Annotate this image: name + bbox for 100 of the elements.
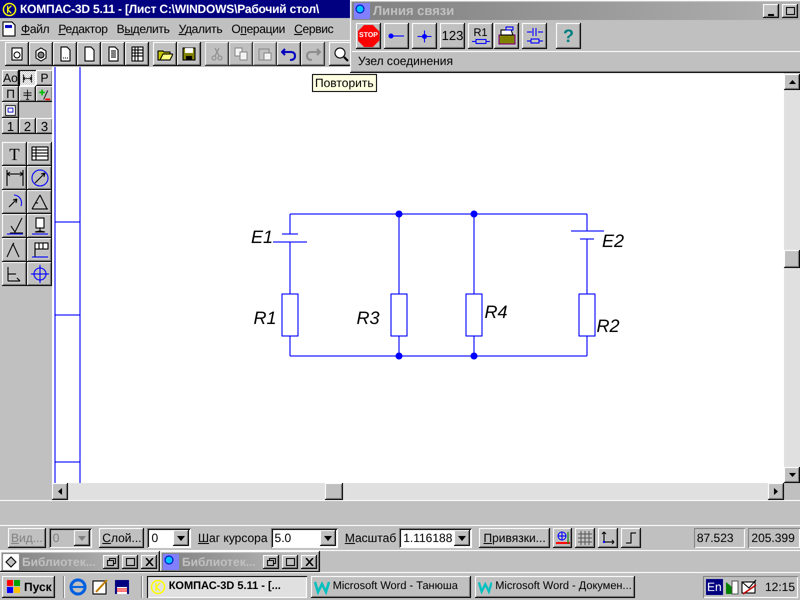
angle-tool-button[interactable] [27, 190, 52, 214]
hint-text: Узел соединения [357, 53, 454, 70]
language-indicator[interactable]: En [706, 578, 723, 594]
dims-icon [21, 72, 34, 84]
snowflake-icon [554, 530, 571, 546]
scroll-left-button[interactable] [52, 483, 68, 500]
palette-mode-button[interactable]: П [2, 86, 19, 102]
undo-tool-button[interactable] [277, 42, 301, 66]
radius-tool-button[interactable] [2, 190, 27, 214]
word-processor-icon [314, 578, 330, 594]
spec-tool-button[interactable] [125, 42, 149, 66]
sheet-icon [9, 46, 25, 62]
text-tool-button[interactable] [101, 42, 125, 66]
center-tool-button[interactable] [27, 262, 52, 286]
palette-mode-button[interactable] [19, 70, 36, 86]
line-button[interactable] [384, 23, 409, 49]
scroll-down-button[interactable] [784, 467, 800, 483]
grid-button[interactable] [575, 528, 596, 548]
table-tool-button[interactable] [27, 142, 52, 166]
scale-label: Масштаб [344, 530, 396, 547]
cursor-step-dropdown[interactable]: 5.0 [270, 528, 338, 548]
base-tool-button[interactable] [27, 214, 52, 238]
palette-page-tab[interactable]: 3 [36, 118, 53, 134]
scroll-right-button[interactable] [768, 483, 784, 500]
scrollbar-thumb[interactable] [325, 483, 343, 500]
center-icon [30, 264, 50, 284]
scale-dropdown[interactable]: 1.116188 [399, 528, 472, 548]
layer-dropdown[interactable]: 0 [147, 528, 192, 548]
menu-item[interactable]: Редактор [54, 20, 112, 38]
close-button[interactable] [301, 554, 317, 568]
maximize-button[interactable] [282, 554, 298, 568]
restore-icon [106, 558, 116, 566]
globe-icon [354, 3, 370, 19]
axes-icon [601, 531, 616, 545]
maximize-button[interactable] [122, 554, 138, 568]
snap-settings-button[interactable] [552, 528, 572, 548]
zoom-icon [333, 46, 349, 62]
mail-icon[interactable] [740, 578, 757, 594]
save-tool-button[interactable] [177, 42, 201, 66]
catalog-icon [496, 26, 516, 46]
restore-button[interactable] [103, 554, 119, 568]
document-tool-button[interactable] [77, 42, 101, 66]
menu-item[interactable]: Выделить [112, 20, 174, 38]
palette-mode-button[interactable] [36, 86, 53, 102]
scroll-up-button[interactable] [784, 74, 800, 90]
down-arrow-icon [788, 473, 796, 477]
menu-item[interactable]: Удалить [174, 20, 226, 38]
palette-page-tab[interactable]: 1 [2, 118, 19, 134]
close-icon [304, 558, 314, 566]
sheet-tool-button[interactable] [5, 42, 29, 66]
maximize-button[interactable] [782, 4, 798, 18]
fragment-tool-button[interactable] [53, 42, 77, 66]
designator-button[interactable]: R1 [468, 23, 493, 49]
minimize-button[interactable] [763, 4, 779, 18]
designator-label: R1 [473, 28, 488, 39]
taskbar-button[interactable]: Microsoft Word - Докумен... [474, 576, 635, 598]
catalog-button[interactable] [494, 23, 519, 49]
palette-mode-button[interactable]: P [36, 70, 53, 86]
snaps-button[interactable]: Привязки... [479, 528, 550, 548]
clock: 12:15 [764, 578, 795, 596]
axes-button[interactable] [598, 528, 618, 548]
ortho-button[interactable] [621, 528, 641, 548]
component-label: R2 [596, 316, 620, 336]
switch-button[interactable] [522, 23, 547, 49]
floppy-icon[interactable] [112, 578, 131, 596]
roughness-tool-button[interactable] [2, 214, 27, 238]
scrollbar-thumb[interactable] [784, 250, 800, 268]
resistor-icon [472, 39, 490, 44]
text-tool-button[interactable]: T [2, 142, 27, 166]
layer-button[interactable]: Слой... [99, 528, 144, 548]
menu-item[interactable]: Файл [17, 20, 54, 38]
open-tool-button[interactable] [153, 42, 177, 66]
restore-button[interactable] [263, 554, 279, 568]
component-label: E2 [602, 231, 624, 251]
palette-page-tab[interactable]: 2 [19, 118, 36, 134]
part-tool-button[interactable] [29, 42, 53, 66]
palette-mode-button[interactable]: Ao [2, 70, 19, 86]
start-button[interactable]: Пуск [2, 576, 55, 598]
leader-tool-button[interactable] [2, 238, 27, 262]
split-icon [21, 88, 34, 100]
linear-tool-button[interactable] [2, 166, 27, 190]
menu-item[interactable]: Операции [227, 20, 290, 38]
part-icon [33, 46, 49, 62]
diameter-tool-button[interactable] [27, 166, 52, 190]
network-icon[interactable] [724, 578, 739, 594]
paste-icon [257, 46, 273, 62]
taskbar-button[interactable]: Microsoft Word - Танюша [310, 576, 471, 598]
node-button[interactable] [412, 23, 437, 49]
line-icon [388, 33, 405, 39]
notepad-icon[interactable] [90, 578, 109, 596]
tolerance-tool-button[interactable] [27, 238, 52, 262]
palette-mode-button[interactable] [2, 102, 19, 118]
section-tool-button[interactable] [2, 262, 27, 286]
close-button[interactable] [141, 554, 157, 568]
plusminus-icon [38, 88, 51, 100]
number-button[interactable]: 123 [440, 23, 465, 49]
node-icon [417, 30, 432, 42]
palette-mode-button[interactable] [19, 86, 36, 102]
menu-item[interactable]: Сервис [290, 20, 338, 38]
taskbar-button[interactable]: КОМПАС-3D 5.11 - [... [146, 576, 307, 598]
